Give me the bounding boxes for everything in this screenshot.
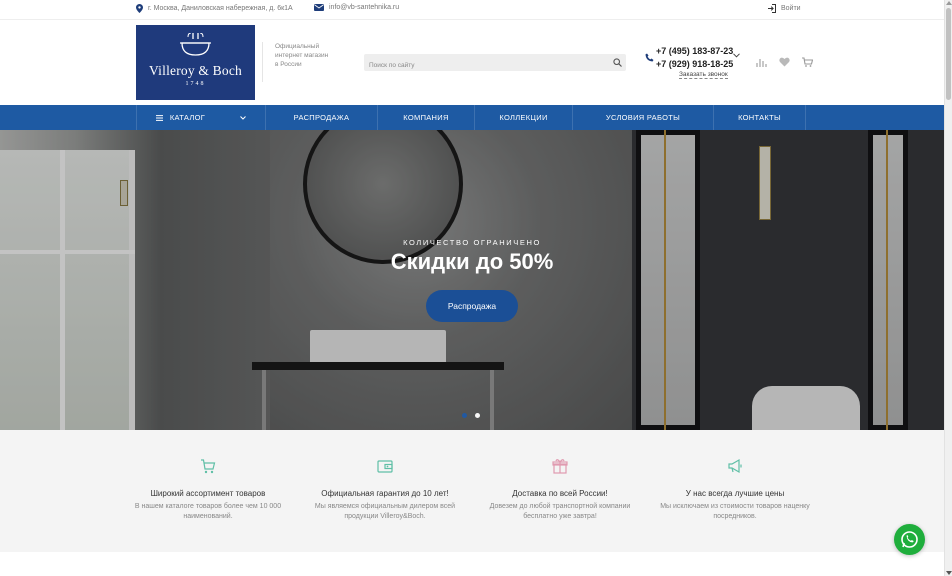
email-link[interactable]: info@vb-santehnika.ru [314,4,399,11]
hero-overlay [0,130,944,430]
heart-icon[interactable] [779,57,790,67]
feature-delivery: Доставка по всей России! Довезем до любо… [485,458,635,521]
nav-item-contacts[interactable]: КОНТАКТЫ [714,105,806,130]
scroll-down-arrow[interactable] [946,571,952,575]
logo-brand: Villeroy & Boch [149,63,242,78]
nav-label-contacts[interactable]: КОНТАКТЫ [738,113,781,122]
scroll-up-arrow[interactable] [946,1,952,5]
email-text[interactable]: info@vb-santehnika.ru [329,4,399,11]
nav-label-terms[interactable]: УСЛОВИЯ РАБОТЫ [606,113,680,122]
feature-title: У нас всегда лучшие цены [685,489,785,498]
main-nav: КАТАЛОГ РАСПРОДАЖА КОМПАНИЯ КОЛЛЕКЦИИ УС… [0,105,944,130]
megaphone-icon [728,458,742,474]
hero-title: Скидки до 50% [390,249,554,274]
tagline: Официальный интернет магазин в России [262,42,342,82]
chevron-down-icon [240,115,246,120]
nav-item-collections[interactable]: КОЛЛЕКЦИИ [475,105,573,130]
logo[interactable]: Villeroy & Boch 1748 [136,25,255,100]
nav-label-sale[interactable]: РАСПРОДАЖА [294,113,350,122]
phone-1[interactable]: +7 (495) 183-87-23 [656,46,733,56]
feature-assortment: Широкий ассортимент товаров В нашем ката… [133,458,283,521]
hero-kicker: КОЛИЧЕСТВО ОГРАНИЧЕНО [403,238,541,247]
location-pin-icon [136,4,143,13]
search-bar [364,54,626,74]
compare-icon[interactable] [756,57,767,67]
tagline-line-3: в России [275,61,302,68]
hero-banner: КОЛИЧЕСТВО ОГРАНИЧЕНО Скидки до 50% Расп… [0,130,944,430]
feature-prices: У нас всегда лучшие цены Мы исключаем из… [660,458,810,521]
chevron-down-icon[interactable] [733,53,740,58]
nav-item-terms[interactable]: УСЛОВИЯ РАБОТЫ [573,105,714,130]
feature-text: Мы являемся официальным дилером всей про… [314,503,456,520]
feature-text: Довезем до любой транспортной компании б… [489,503,631,520]
gift-icon [552,459,568,474]
search-icon[interactable] [613,58,622,67]
slider-dot-2[interactable] [475,413,480,418]
feature-text: Мы исключаем из стоимости товаров наценк… [660,503,810,520]
envelope-icon [314,4,324,11]
header: Villeroy & Boch 1748 Официальный интерне… [0,20,944,105]
nav-label-collections[interactable]: КОЛЛЕКЦИИ [499,113,547,122]
tagline-line-1: Официальный [275,43,320,50]
feature-warranty: Официальная гарантия до 10 лет! Мы являе… [310,458,460,521]
nav-item-sale[interactable]: РАСПРОДАЖА [266,105,378,130]
address: г. Москва, Даниловская набережная, д. 6к… [136,4,293,13]
whatsapp-button[interactable] [894,524,925,555]
search-input[interactable] [364,57,604,74]
logo-year: 1748 [185,81,206,87]
callback-link[interactable]: Заказать звонок [679,71,728,79]
scrollbar-thumb[interactable] [946,8,951,100]
slider-dot-1[interactable] [462,413,467,418]
top-bar: г. Москва, Даниловская набережная, д. 6к… [0,0,944,20]
nav-item-catalog[interactable]: КАТАЛОГ [136,105,266,130]
feature-text: В нашем каталоге товаров более чем 10 00… [134,503,282,520]
wallet-icon [377,460,393,473]
login-label[interactable]: Войти [781,5,801,12]
feature-title: Широкий ассортимент товаров [150,489,266,498]
hero-sale-button[interactable]: Распродажа [426,290,518,322]
nav-item-company[interactable]: КОМПАНИЯ [378,105,475,130]
cart-icon[interactable] [802,57,813,67]
phone-icon [645,53,654,62]
address-text: г. Москва, Даниловская набережная, д. 6к… [148,5,293,12]
header-icons [756,57,813,67]
feature-title: Доставка по всей России! [512,489,608,498]
whatsapp-icon [901,531,918,548]
logo-bowl-icon [180,33,211,56]
phone-2[interactable]: +7 (929) 918-18-25 [656,59,733,69]
menu-icon [155,114,163,121]
scrollbar[interactable] [944,0,952,576]
nav-label-catalog[interactable]: КАТАЛОГ [170,113,205,122]
tagline-line-2: интернет магазин [275,52,329,59]
cart-icon [201,459,216,474]
feature-title: Официальная гарантия до 10 лет! [321,489,449,498]
nav-label-company[interactable]: КОМПАНИЯ [403,113,448,122]
login-link[interactable]: Войти [768,4,801,13]
login-icon [768,4,776,13]
slider-dots [462,413,480,418]
features-section: Широкий ассортимент товаров В нашем ката… [0,430,944,552]
